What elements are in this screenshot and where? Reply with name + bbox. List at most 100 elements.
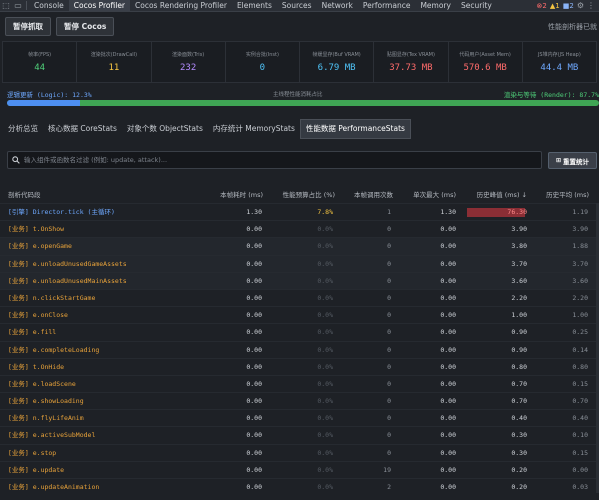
row-call-count: 0 <box>387 276 391 285</box>
devtools-tab-security[interactable]: Security <box>456 0 497 11</box>
row-budget-percent: 0.0% <box>317 414 333 423</box>
table-row[interactable]: [引擎] Director.tick (主循环) 1.30 7.8% 1 1.30 76.… <box>0 203 599 220</box>
reset-stats-button[interactable]: ⊞ 重置统计 <box>548 152 597 169</box>
devtools-tab-cocos-profiler[interactable]: Cocos Profiler <box>68 0 131 11</box>
table-row[interactable]: [业务] e.activeSubModel 0.00 0.0% 0 0.00 0.30 0.… <box>0 426 599 443</box>
devtools-tab-console[interactable]: Console <box>29 0 69 11</box>
table-row[interactable]: [业务] e.showLoading 0.00 0.0% 0 0.00 0.70 0.70 <box>0 392 599 409</box>
row-budget-percent: 0.0% <box>317 448 333 457</box>
row-history-peak: 0.40 <box>511 414 527 423</box>
devtools-tab-bar: ⬚ ▭ Console Cocos Profiler Cocos Rendering… <box>0 0 599 12</box>
header-budget-percent[interactable]: 性能预算占比 (%) <box>283 189 335 199</box>
row-history-peak: 0.70 <box>511 397 527 406</box>
table-row[interactable]: [业务] n.flyLifeAnim 0.00 0.0% 0 0.00 0.40 0.40 <box>0 409 599 426</box>
row-history-avg: 0.25 <box>572 328 588 337</box>
logic-render-ratio: 逻辑更新 (Logic): 12.3% 主线程性能消耗占比 渲染与等待 (Ren… <box>7 89 599 109</box>
header-history-peak[interactable]: 历史峰值 (ms) ↓ <box>477 189 527 199</box>
row-history-peak: 3.70 <box>511 259 527 268</box>
row-name: [业务] e.updateAnimation <box>8 483 100 491</box>
tab-4[interactable]: 性能数据 PerformanceStats <box>299 119 411 139</box>
row-self-time: 0.00 <box>246 379 262 388</box>
warning-count-badge[interactable]: ▲1 <box>550 2 560 10</box>
stat-card: 渲染批次(DrawCall) 11 <box>77 42 152 82</box>
row-max-single: 0.00 <box>440 465 456 474</box>
row-history-peak: 0.70 <box>511 379 527 388</box>
table-row[interactable]: [业务] e.unloadUnusedMainAssets 0.00 0.0% 0 0.… <box>0 271 599 289</box>
devtools-tab-performance[interactable]: Performance <box>358 0 416 11</box>
header-self-time[interactable]: 本帧耗时 (ms) <box>220 189 263 199</box>
stat-value: 6.79 MB <box>317 63 356 73</box>
device-toolbar-icon[interactable]: ▭ <box>12 1 24 10</box>
stat-label: 渲染批次(DrawCall) <box>90 52 138 58</box>
table-row[interactable]: [业务] e.loadScene 0.00 0.0% 0 0.00 0.70 0.15 <box>0 374 599 392</box>
devtools-tab-network[interactable]: Network <box>317 0 358 11</box>
table-row[interactable]: [业务] e.completeLoading 0.00 0.0% 0 0.00 0.90 0… <box>0 340 599 358</box>
table-row[interactable]: [业务] e.fill 0.00 0.0% 0 0.00 0.90 0.25 <box>0 323 599 340</box>
header-history-avg[interactable]: 历史平均 (ms) <box>546 189 589 199</box>
filter-search-input[interactable] <box>24 156 541 164</box>
tab-0[interactable]: 分析总览 <box>3 119 43 139</box>
row-self-time: 0.00 <box>246 345 262 354</box>
row-history-peak: 0.90 <box>511 345 527 354</box>
row-self-time: 0.00 <box>246 448 262 457</box>
row-call-count: 0 <box>387 225 391 234</box>
error-count-badge[interactable]: ⊗2 <box>537 2 547 10</box>
row-max-single: 0.00 <box>440 414 456 423</box>
settings-gear-icon[interactable]: ⚙ <box>577 1 584 10</box>
header-max-single[interactable]: 单次最大 (ms) <box>413 189 456 199</box>
row-budget-percent: 0.0% <box>317 225 333 234</box>
inspect-element-icon[interactable]: ⬚ <box>0 1 12 10</box>
row-history-avg: 0.80 <box>572 362 588 371</box>
profiler-toolbar: 暂停抓取 暂停 Cocos 性能剖析器已就 <box>0 13 599 40</box>
row-self-time: 0.00 <box>246 483 262 491</box>
devtools-tab-cocos-rendering-profiler[interactable]: Cocos Rendering Profiler <box>130 0 232 11</box>
devtools-tab-sources[interactable]: Sources <box>277 0 317 11</box>
table-row[interactable]: [业务] e.updateAnimation 0.00 0.0% 2 0.00 0.20 0… <box>0 478 599 495</box>
row-budget-percent: 0.0% <box>317 276 333 285</box>
table-row[interactable]: [业务] e.stop 0.00 0.0% 0 0.00 0.30 0.15 <box>0 443 599 461</box>
row-budget-percent: 0.0% <box>317 465 333 474</box>
tab-2[interactable]: 对象个数 ObjectStats <box>122 119 208 139</box>
header-call-count[interactable]: 本帧调用次数 <box>354 189 393 199</box>
info-count-badge[interactable]: ■2 <box>563 2 574 10</box>
stat-value: 44.4 MB <box>540 63 579 73</box>
row-history-avg: 1.19 <box>572 208 588 216</box>
tab-1[interactable]: 核心数据 CoreStats <box>43 119 122 139</box>
render-label: 渲染与等待 (Render): 87.7% <box>503 90 599 99</box>
table-row[interactable]: [业务] n.clickStartGame 0.00 0.0% 0 0.00 2.20 2.… <box>0 288 599 306</box>
table-row[interactable]: [业务] e.openGame 0.00 0.0% 0 0.00 3.80 1.88 <box>0 237 599 255</box>
more-menu-icon[interactable]: ⋮ <box>587 1 595 10</box>
table-row[interactable]: [业务] t.OnHide 0.00 0.0% 0 0.00 0.80 0.80 <box>0 357 599 375</box>
row-budget-percent: 0.0% <box>317 311 333 320</box>
row-history-peak: 1.00 <box>511 311 527 320</box>
table-row[interactable]: [业务] e.unloadUnusedGameAssets 0.00 0.0% 0 0.… <box>0 254 599 272</box>
devtools-tab-memory[interactable]: Memory <box>415 0 456 11</box>
tab-3[interactable]: 内存统计 MemoryStats <box>208 119 300 139</box>
table-row[interactable]: [业务] t.OnShow 0.00 0.0% 0 0.00 3.90 3.90 <box>0 220 599 237</box>
pause-capture-button[interactable]: 暂停抓取 <box>5 17 51 36</box>
stat-card: JS堆内存(JS Heap) 44.4 MB <box>523 42 596 82</box>
row-budget-percent: 0.0% <box>317 242 333 251</box>
row-max-single: 0.00 <box>440 259 456 268</box>
stat-label: 实例合批(Inst) <box>245 52 279 58</box>
row-history-avg: 2.20 <box>572 293 588 302</box>
row-name: [业务] e.loadScene <box>8 379 76 388</box>
row-self-time: 0.00 <box>246 431 262 440</box>
row-history-avg: 0.14 <box>572 345 588 354</box>
row-call-count: 2 <box>387 483 391 491</box>
row-history-avg: 0.40 <box>572 414 588 423</box>
header-name[interactable]: 剖析代码段 <box>8 189 41 199</box>
row-self-time: 0.00 <box>246 328 262 337</box>
logic-fill <box>7 100 80 106</box>
devtools-tab-elements[interactable]: Elements <box>232 0 277 11</box>
search-icon <box>8 156 24 164</box>
row-name: [业务] e.unloadUnusedGameAssets <box>8 259 127 268</box>
filter-search-box <box>7 151 542 169</box>
row-history-avg: 3.60 <box>572 276 588 285</box>
table-row[interactable]: [业务] e.update 0.00 0.0% 19 0.00 0.20 0.00 <box>0 460 599 478</box>
table-row[interactable]: [业务] e.onClose 0.00 0.0% 0 0.00 1.00 1.00 <box>0 306 599 323</box>
row-budget-percent: 0.0% <box>317 293 333 302</box>
pause-cocos-button[interactable]: 暂停 Cocos <box>56 17 115 36</box>
ratio-description: 主线程性能消耗占比 <box>273 91 323 98</box>
table-header: 剖析代码段 本帧耗时 (ms) 性能预算占比 (%) 本帧调用次数 单次最大 (… <box>0 189 599 203</box>
